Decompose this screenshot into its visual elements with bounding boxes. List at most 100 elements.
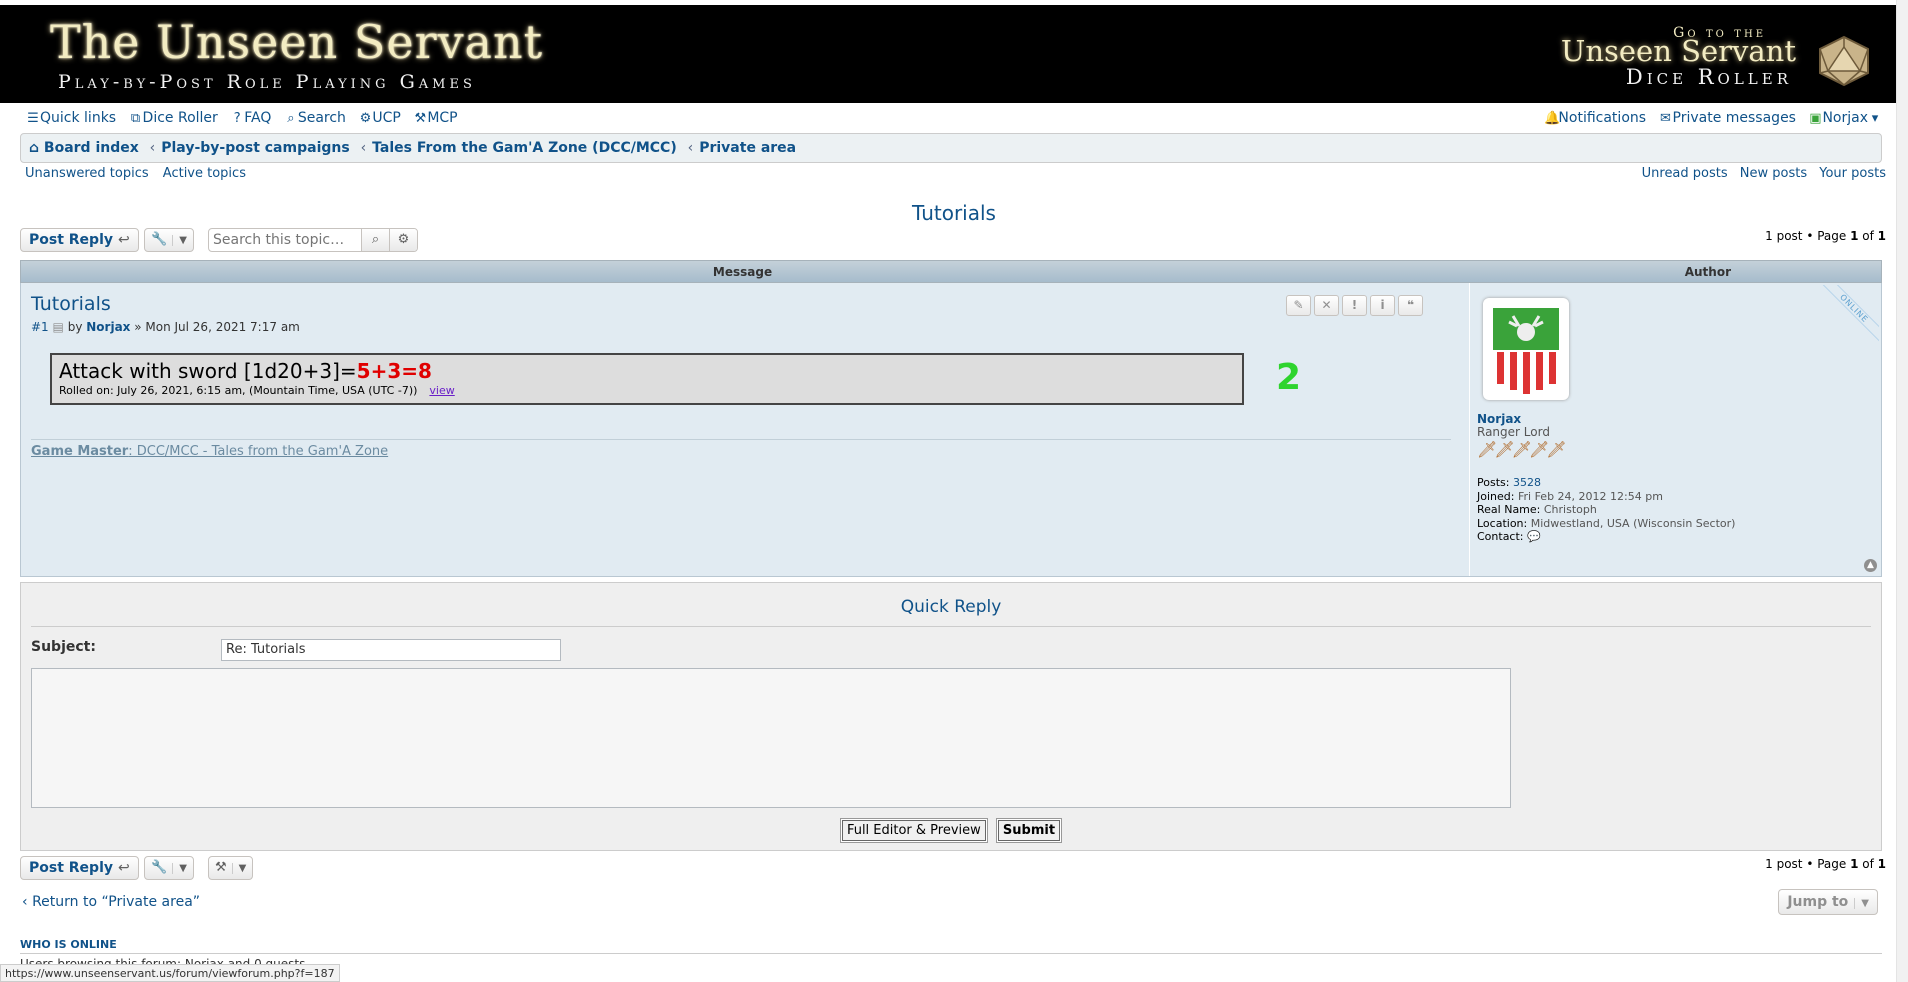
nav-dice-roller-label: Dice Roller	[142, 110, 218, 126]
inbox-icon: ✉	[1660, 111, 1671, 126]
info-icon[interactable]: i	[1370, 295, 1395, 316]
nav-ucp-label: UCP	[372, 110, 401, 126]
caret-down-icon: ▼	[172, 235, 187, 246]
avatar[interactable]	[1483, 298, 1569, 400]
nav-user-menu[interactable]: ▣Norjax ▾	[1808, 110, 1882, 126]
dice-roll-box: Attack with sword [1d20+3]=5+3=8 Rolled …	[50, 353, 1244, 405]
post-date: » Mon Jul 26, 2021 7:17 am	[134, 320, 300, 334]
post-by: by	[67, 320, 83, 334]
nav-search[interactable]: ⌕ Search	[284, 110, 346, 126]
return-label: Return to “Private area”	[32, 894, 201, 910]
nav-quick-links[interactable]: ☰Quick links	[26, 110, 116, 126]
post-title[interactable]: Tutorials	[31, 293, 111, 315]
signature[interactable]: Game Master: DCC/MCC - Tales from the Ga…	[31, 444, 388, 459]
link-your-posts[interactable]: Your posts	[1819, 166, 1886, 181]
signature-divider	[31, 439, 1451, 440]
post-reply-label: Post Reply	[29, 232, 113, 248]
breadcrumb-private-area[interactable]: Private area	[699, 140, 796, 156]
subject-label: Subject:	[31, 639, 96, 655]
gear-icon: ⚙	[359, 111, 372, 126]
link-unanswered-topics[interactable]: Unanswered topics	[25, 166, 149, 181]
topic-title[interactable]: Tutorials	[0, 201, 1908, 225]
bell-icon: 🔔	[1544, 111, 1561, 126]
link-active-topics[interactable]: Active topics	[163, 166, 246, 181]
site-logo-title[interactable]: The Unseen Servant	[50, 15, 543, 69]
post-meta: #1 ▤ by Norjax » Mon Jul 26, 2021 7:17 a…	[31, 320, 300, 334]
dice-roller-subtitle[interactable]: Dice Roller	[1626, 65, 1792, 89]
post-file-icon: ▤	[52, 320, 64, 334]
dice-view-link[interactable]: view	[429, 384, 454, 397]
contact-bubble-icon[interactable]: 💬	[1527, 530, 1541, 543]
full-editor-button[interactable]: Full Editor & Preview	[840, 819, 987, 842]
contact-label: Contact:	[1477, 530, 1524, 543]
nav-quick-links-label: Quick links	[40, 110, 117, 126]
link-unread-posts[interactable]: Unread posts	[1642, 166, 1728, 181]
posts-label: Posts:	[1477, 476, 1510, 489]
pagination-top: 1 post • Page 1 of 1	[1765, 229, 1886, 243]
topic-tools-button[interactable]: 🔧 ▼	[144, 228, 194, 252]
wrench-icon: 🔧	[151, 232, 168, 247]
profile-rank: Ranger Lord	[1477, 425, 1550, 439]
post-reply-button[interactable]: Post Reply ↩	[20, 228, 139, 252]
caret-down-icon: ▼	[172, 863, 187, 874]
breadcrumb-board-index[interactable]: Board index	[44, 140, 139, 156]
search-topic-input[interactable]	[209, 229, 359, 251]
external-link-icon: ⧉	[130, 111, 141, 126]
nav-mcp[interactable]: ⚒MCP	[413, 110, 457, 126]
d20-die-icon[interactable]	[1816, 35, 1872, 87]
profile-name[interactable]: Norjax	[1477, 412, 1521, 426]
nav-private-messages[interactable]: ✉ Private messages	[1659, 110, 1796, 126]
message-textarea[interactable]	[31, 668, 1511, 808]
home-icon: ⌂	[29, 140, 44, 156]
signature-text: : DCC/MCC - Tales from the Gam'A Zone	[128, 444, 389, 459]
who-is-online-title: WHO IS ONLINE	[20, 938, 117, 951]
nav-mcp-label: MCP	[427, 110, 458, 126]
post-table-header: Message Author	[20, 260, 1882, 283]
wrench-icon: 🔧	[151, 860, 168, 875]
nav-faq[interactable]: ? FAQ	[230, 110, 272, 126]
header-message: Message	[712, 265, 773, 279]
realname-value: Christoph	[1543, 503, 1597, 516]
quick-links-row: Unanswered topics Active topics Unread p…	[25, 166, 1886, 181]
posts-count[interactable]: 3528	[1513, 476, 1541, 489]
post-author[interactable]: Norjax	[86, 320, 130, 334]
edit-pencil-icon[interactable]: ✎	[1286, 295, 1311, 316]
quote-icon[interactable]: ❝	[1398, 295, 1423, 316]
subject-input[interactable]: Re: Tutorials	[221, 639, 561, 661]
who-divider	[20, 953, 1882, 954]
quick-reply-divider	[31, 626, 1871, 627]
gear-icon[interactable]: ⚙	[389, 229, 417, 251]
chevron-left-icon: ‹	[360, 140, 367, 156]
breadcrumb-forum[interactable]: Tales From the Gam'A Zone (DCC/MCC)	[372, 140, 677, 156]
signature-label: Game Master	[31, 444, 129, 459]
pagination-prefix-bottom: 1 post • Page	[1765, 857, 1851, 871]
question-icon: ?	[233, 111, 241, 126]
post-reply-button-bottom[interactable]: Post Reply ↩	[20, 856, 139, 880]
topic-tools-button-bottom[interactable]: 🔧 ▼	[144, 856, 194, 880]
caret-down-icon: ▼	[231, 863, 246, 874]
realname-label: Real Name:	[1477, 503, 1541, 516]
nav-notifications[interactable]: 🔔Notifications	[1544, 110, 1646, 126]
jump-to-button[interactable]: Jump to ▼	[1778, 889, 1878, 915]
delete-x-icon[interactable]: ✕	[1314, 295, 1339, 316]
post-number[interactable]: #1	[31, 320, 49, 334]
submit-button[interactable]: Submit	[996, 819, 1062, 842]
dice-expression: Attack with sword [1d20+3]=	[59, 359, 357, 383]
dice-roller-title[interactable]: Unseen Servant	[1561, 34, 1796, 68]
dice-rolled-on: Rolled on: July 26, 2021, 6:15 am, (Moun…	[59, 384, 418, 397]
return-link[interactable]: ‹ Return to “Private area”	[22, 894, 200, 910]
breadcrumb-campaigns[interactable]: Play-by-post campaigns	[161, 140, 349, 156]
mod-tools-button[interactable]: ⚒ ▼	[208, 856, 254, 880]
gavel-icon: ⚒	[414, 111, 427, 126]
link-new-posts[interactable]: New posts	[1740, 166, 1807, 181]
back-to-top-icon[interactable]: ▲	[1864, 559, 1877, 572]
pagination-of-bottom: of	[1858, 857, 1878, 871]
online-label: ONLINE	[1819, 285, 1879, 345]
scrollbar[interactable]	[1896, 0, 1908, 982]
report-exclamation-icon[interactable]: !	[1342, 295, 1367, 316]
nav-ucp[interactable]: ⚙UCP	[358, 110, 401, 126]
author-profile: Norjax Ranger Lord 🗡🗡🗡🗡🗡 Posts: 3528 Joi…	[1469, 283, 1869, 576]
nav-dice-roller[interactable]: ⧉ Dice Roller	[129, 110, 218, 126]
chevron-left-icon: ‹	[687, 140, 694, 156]
search-icon[interactable]: ⌕	[361, 229, 389, 251]
